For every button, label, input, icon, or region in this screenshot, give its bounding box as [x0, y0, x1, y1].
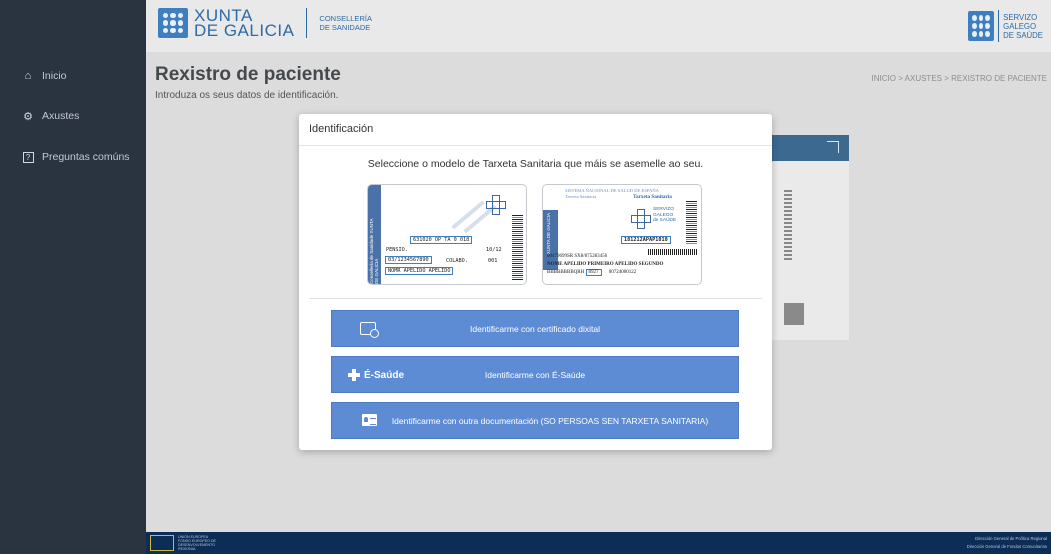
card-colabo: COLABO.: [446, 258, 468, 264]
modal-divider: [299, 145, 772, 146]
health-cross-icon: [486, 195, 506, 215]
sidebar-item-preguntas[interactable]: ? Preguntas comúns: [0, 143, 146, 171]
card-name: NOMR APELIDO APELIDO: [385, 267, 454, 275]
card-name: NOME APELIDO PRIMEIRO APELIDO SEGUNDO: [547, 262, 664, 267]
card-code: 631020 OP TA 0 018: [410, 236, 473, 244]
xunta-wordmark: XUNTA DE GALICIA: [194, 7, 295, 40]
eu-text-line: REXIONAL: [178, 547, 197, 551]
esaude-login-button[interactable]: É-Saúde Identificarme con É-Saúde: [331, 356, 739, 393]
breadcrumb-item-inicio[interactable]: INICIO: [872, 74, 896, 83]
certificate-icon: [360, 322, 379, 338]
breadcrumb-item-current: REXISTRO DE PACIENTE: [951, 74, 1047, 83]
galicia-crest-icon: [158, 8, 188, 38]
sidebar: ⌂ Inicio ⚙ Axustes ? Preguntas comúns: [0, 52, 146, 532]
esaude-login-label: Identificarme con É-Saúde: [484, 369, 586, 380]
health-card-new-model[interactable]: XUNTA DE GALICIA SISTEMA NACIONAL DE SAL…: [542, 184, 702, 285]
xunta-logo[interactable]: XUNTA DE GALICIA CONSELLERÍA DE SANIDADE: [158, 7, 372, 40]
page-subtitle: Introduza os seus datos de identificació…: [155, 90, 339, 101]
home-icon: ⌂: [24, 70, 32, 82]
sidebar-item-label: Inicio: [42, 70, 67, 82]
card-bottom-number: 00724000122: [608, 270, 637, 275]
card-barcode: [686, 201, 697, 245]
xunta-line2: DE GALICIA: [194, 21, 295, 40]
footer-sidebar-strip: [0, 532, 146, 554]
health-card-old-model[interactable]: Consellería de Sanidade XUNTA DE GALICIA…: [367, 184, 527, 285]
sidebar-item-label: Preguntas comúns: [42, 151, 130, 163]
card-bottom-boxed: 8927: [585, 269, 602, 276]
conselleria-line2: DE SANIDADE: [319, 23, 371, 32]
card-header-line2: Tarxeta Sanitaria: [565, 194, 597, 199]
other-document-login-button[interactable]: Identificarme con outra documentación (S…: [331, 402, 739, 439]
other-document-login-label: Identificarme con outra documentación (S…: [391, 415, 709, 426]
breadcrumb: INICIO > AXUSTES > REXISTRO DE PACIENTE: [872, 74, 1048, 83]
breadcrumb-separator: >: [898, 74, 903, 83]
logo-divider: [998, 10, 1000, 42]
card-sergas-line: de SAÚDE: [653, 218, 677, 223]
question-icon: ?: [22, 151, 34, 163]
top-header: XUNTA DE GALICIA CONSELLERÍA DE SANIDADE…: [0, 0, 1051, 52]
esaude-cross-icon: [348, 369, 360, 381]
health-cross-icon: [631, 209, 651, 229]
gear-icon: ⚙: [23, 110, 33, 123]
sergas-logo[interactable]: SERVIZO GALEGO DE SAÚDE: [968, 10, 1043, 42]
card-header-line3: Tarxeta Sanitaria: [633, 194, 672, 200]
card-bottom-code: BBBBBBBBQRH: [547, 270, 585, 275]
card-ids: 00479699SR SX8/875283456: [547, 254, 608, 259]
eu-flag-icon: [150, 535, 174, 551]
sergas-line3: DE SAÚDE: [1003, 30, 1043, 40]
conselleria-line1: CONSELLERÍA: [319, 14, 372, 23]
footer: UNIÓN EUROPEA FONDO EUROPEO DE DESENVOLV…: [0, 532, 1051, 554]
certificate-login-button[interactable]: Identificarme con certificado dixital: [331, 310, 739, 347]
footer-credits: Dirección General de Política Regional D…: [967, 535, 1047, 551]
header-sidebar-strip: [0, 0, 146, 52]
card-header-line1: SISTEMA NACIONAL DE SALUD DE ESPAÑA: [565, 188, 659, 193]
modal-instruction: Seleccione o modelo de Tarxeta Sanitaria…: [367, 158, 704, 170]
card-barcode-horizontal: [648, 249, 698, 255]
esaude-brand-label: É-Saúde: [364, 369, 405, 381]
card-barcode: [512, 215, 523, 281]
modal-divider: [309, 298, 762, 299]
card-stripe-text: Consellería de Sanidade XUNTA DE GALICIA: [369, 218, 379, 284]
card-bottom-line: BBBBBBBBQRH 8927 00724000122: [547, 269, 637, 276]
card-sergas-line: SERVIZO: [653, 207, 674, 212]
card-colabo-number: 001: [488, 258, 498, 264]
sergas-line2: GALEGO: [1003, 21, 1037, 31]
card-sergas-wordmark: SERVIZO GALEGO de SAÚDE: [653, 207, 676, 224]
card-id-number: 03/1234567890: [385, 256, 432, 264]
page-title: Rexistro de paciente: [155, 64, 341, 85]
background-panel: [770, 135, 849, 340]
background-barcode: [784, 190, 792, 260]
card-stripe-text: XUNTA DE GALICIA: [546, 213, 551, 255]
background-panel-header: [770, 135, 849, 161]
sidebar-item-axustes[interactable]: ⚙ Axustes: [0, 102, 146, 130]
expand-icon: [827, 141, 839, 153]
sidebar-item-label: Axustes: [42, 110, 80, 122]
esaude-brand: É-Saúde: [348, 369, 404, 381]
card-date: 10/12: [486, 247, 502, 253]
identification-modal: Identificación Seleccione o modelo de Ta…: [299, 114, 772, 450]
breadcrumb-item-axustes[interactable]: AXUSTES: [905, 74, 942, 83]
background-button: [784, 303, 804, 325]
modal-title: Identificación: [309, 123, 374, 135]
certificate-login-label: Identificarme con certificado dixital: [470, 323, 600, 334]
sidebar-item-inicio[interactable]: ⌂ Inicio: [0, 62, 146, 90]
card-code: 181212APAP1010: [621, 236, 671, 244]
sergas-line1: SERVIZO: [1003, 12, 1038, 22]
galicia-crest-icon: [968, 11, 995, 41]
logo-divider: [306, 8, 308, 38]
footer-credit-line: Dirección General de Fondos Comunitarios: [966, 544, 1047, 549]
card-pensio: PENSIO.: [386, 247, 408, 253]
sergas-wordmark: SERVIZO GALEGO DE SAÚDE: [1003, 13, 1043, 40]
eu-funding-text: UNIÓN EUROPEA FONDO EUROPEO DE DESENVOLV…: [178, 535, 238, 551]
conselleria-wordmark: CONSELLERÍA DE SANIDADE: [319, 14, 372, 32]
id-card-icon: [362, 414, 377, 426]
breadcrumb-separator: >: [944, 74, 949, 83]
footer-credit-line: Dirección General de Política Regional: [975, 536, 1047, 541]
